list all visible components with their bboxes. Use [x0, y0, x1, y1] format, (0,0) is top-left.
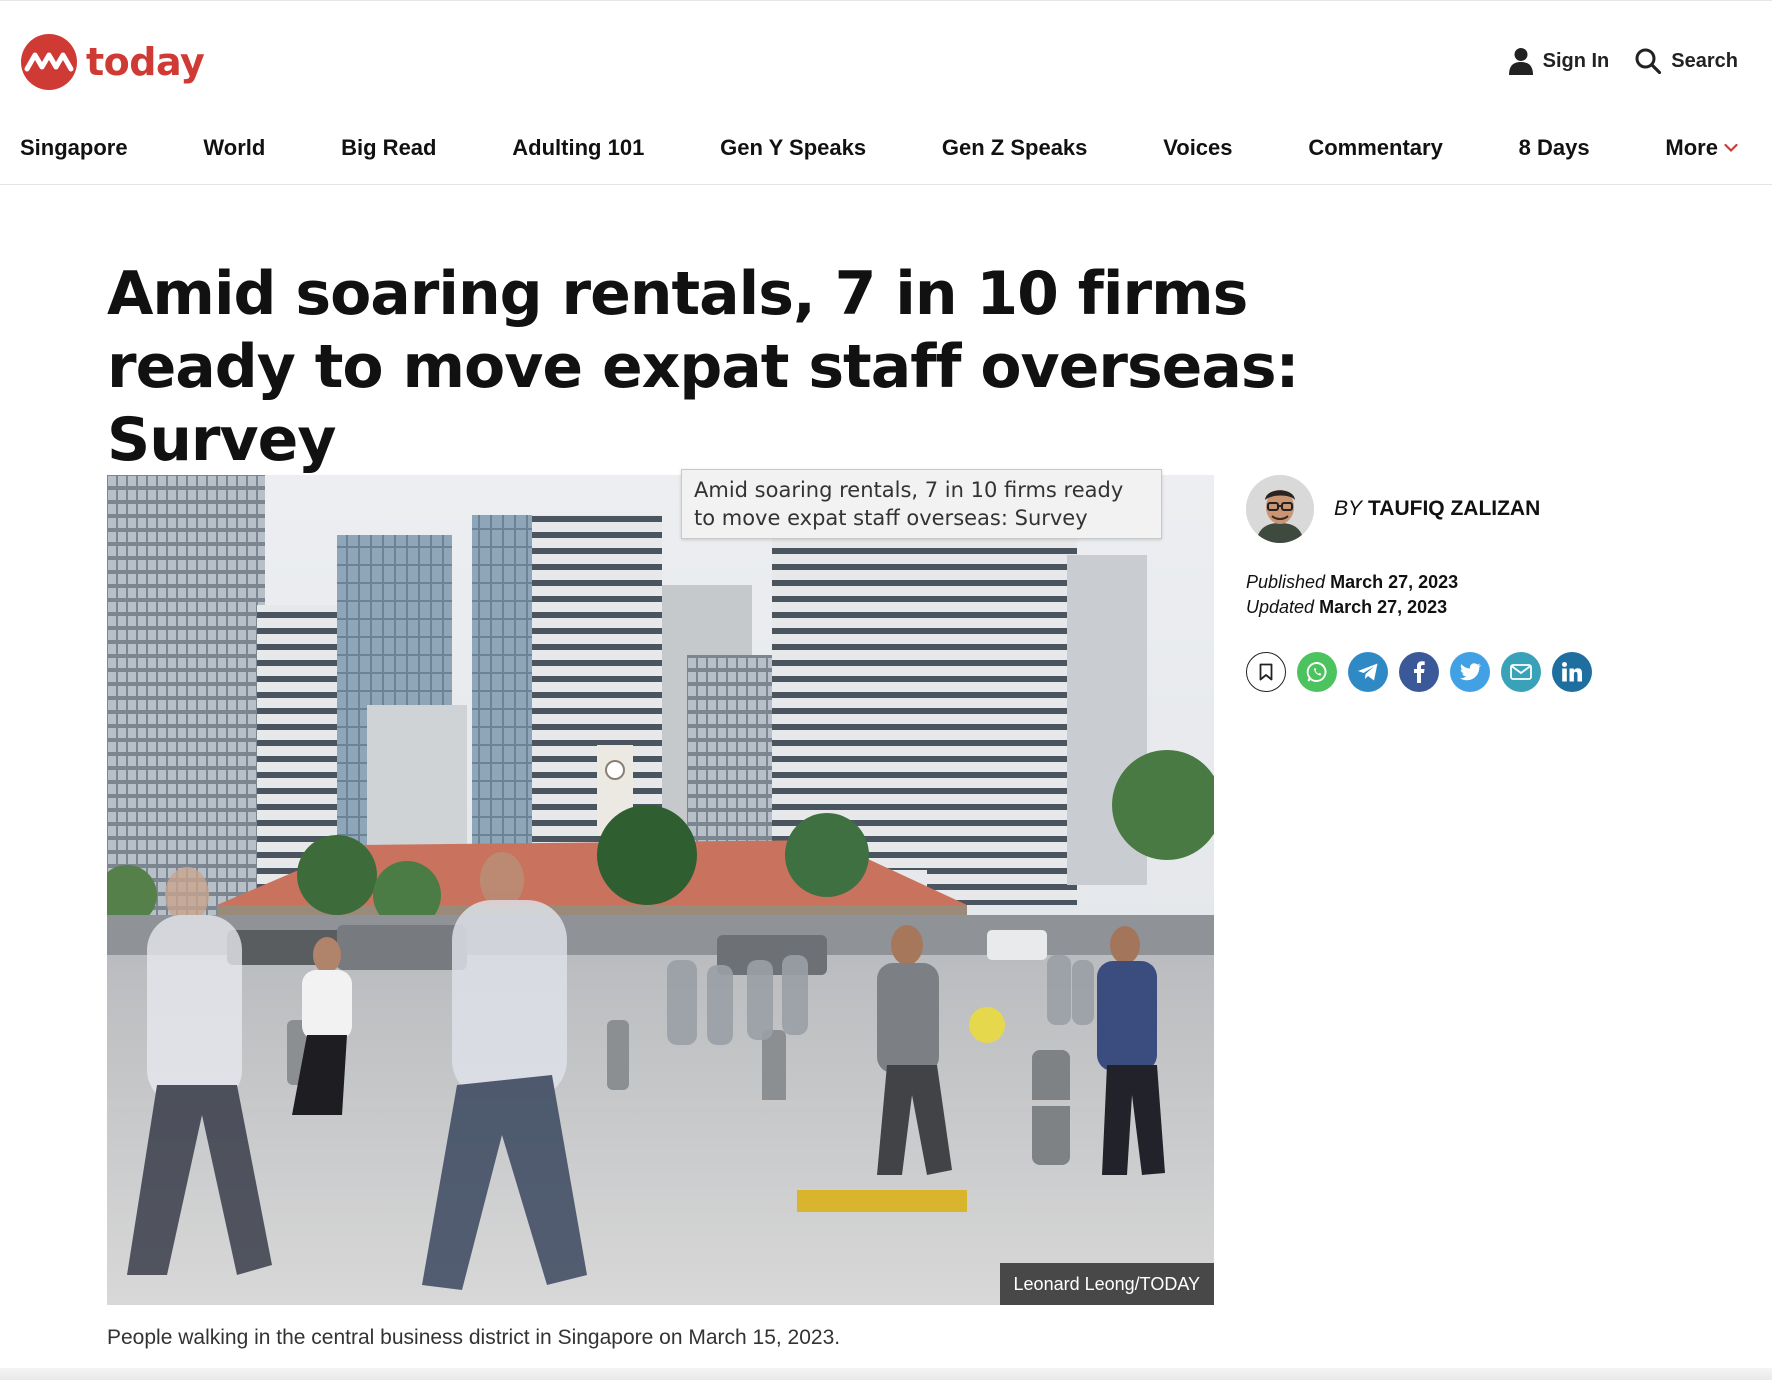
- nav-item-singapore[interactable]: Singapore: [20, 135, 128, 161]
- email-icon: [1510, 664, 1532, 680]
- main-nav: Singapore World Big Read Adulting 101 Ge…: [0, 110, 1772, 185]
- byline: BY TAUFIQ ZALIZAN: [1334, 497, 1540, 521]
- updated-value: March 27, 2023: [1319, 597, 1448, 617]
- published-label: Published: [1246, 572, 1326, 592]
- nav-item-gen-z-speaks[interactable]: Gen Z Speaks: [942, 135, 1088, 161]
- bookmark-button[interactable]: [1246, 652, 1286, 692]
- updated-date: Updated March 27, 2023: [1246, 595, 1458, 620]
- twitter-icon: [1460, 663, 1481, 681]
- nav-more-label: More: [1665, 134, 1718, 160]
- nav-item-commentary[interactable]: Commentary: [1308, 135, 1442, 161]
- author-avatar[interactable]: [1246, 475, 1314, 543]
- byline-prefix: BY: [1334, 497, 1363, 520]
- author-name-link[interactable]: TAUFIQ ZALIZAN: [1368, 497, 1540, 520]
- published-date: Published March 27, 2023: [1246, 570, 1458, 595]
- chevron-down-icon: [1724, 143, 1738, 152]
- search-icon: [1635, 48, 1662, 74]
- nav-item-world[interactable]: World: [203, 135, 265, 161]
- page-bottom-edge: [0, 1368, 1772, 1380]
- nav-item-more[interactable]: More: [1665, 135, 1738, 161]
- nav-item-gen-y-speaks[interactable]: Gen Y Speaks: [720, 135, 866, 161]
- search-label: Search: [1671, 49, 1738, 72]
- article-dates: Published March 27, 2023 Updated March 2…: [1246, 570, 1458, 620]
- share-twitter-button[interactable]: [1450, 652, 1490, 692]
- whatsapp-icon: [1306, 662, 1327, 682]
- share-whatsapp-button[interactable]: [1297, 652, 1337, 692]
- linkedin-icon: [1562, 662, 1582, 682]
- logo-wordmark: today: [86, 40, 205, 84]
- sign-in-button[interactable]: Sign In: [1508, 47, 1610, 75]
- nav-list: Singapore World Big Read Adulting 101 Ge…: [20, 110, 1738, 185]
- image-caption: People walking in the central business d…: [107, 1326, 841, 1349]
- nav-item-voices[interactable]: Voices: [1163, 135, 1232, 161]
- site-logo[interactable]: today: [20, 33, 205, 91]
- mediacorp-logo-icon: [21, 34, 77, 90]
- article-headline: Amid soaring rentals, 7 in 10 firms read…: [107, 259, 1300, 475]
- telegram-icon: [1358, 663, 1378, 681]
- share-telegram-button[interactable]: [1348, 652, 1388, 692]
- header-actions: Sign In Search: [1508, 41, 1738, 81]
- search-button[interactable]: Search: [1635, 48, 1738, 74]
- published-value: March 27, 2023: [1330, 572, 1459, 592]
- image-title-tooltip: Amid soaring rentals, 7 in 10 firms read…: [681, 469, 1162, 539]
- share-bar: [1246, 652, 1592, 692]
- user-icon: [1508, 48, 1533, 75]
- facebook-icon: [1414, 661, 1425, 683]
- author-block: BY TAUFIQ ZALIZAN: [1246, 475, 1540, 543]
- nav-item-big-read[interactable]: Big Read: [341, 135, 436, 161]
- cbd-photo: [107, 475, 1214, 1305]
- sign-in-label: Sign In: [1542, 49, 1610, 72]
- share-facebook-button[interactable]: [1399, 652, 1439, 692]
- site-header: today Sign In Search: [0, 0, 1772, 110]
- image-credit: Leonard Leong/TODAY: [999, 1263, 1214, 1305]
- bookmark-icon: [1259, 663, 1273, 681]
- avatar-illustration-icon: [1246, 475, 1314, 543]
- share-email-button[interactable]: [1501, 652, 1541, 692]
- share-linkedin-button[interactable]: [1552, 652, 1592, 692]
- nav-item-8-days[interactable]: 8 Days: [1519, 135, 1590, 161]
- updated-label: Updated: [1246, 597, 1315, 617]
- nav-item-adulting-101[interactable]: Adulting 101: [512, 135, 644, 161]
- hero-image[interactable]: Leonard Leong/TODAY: [107, 475, 1214, 1305]
